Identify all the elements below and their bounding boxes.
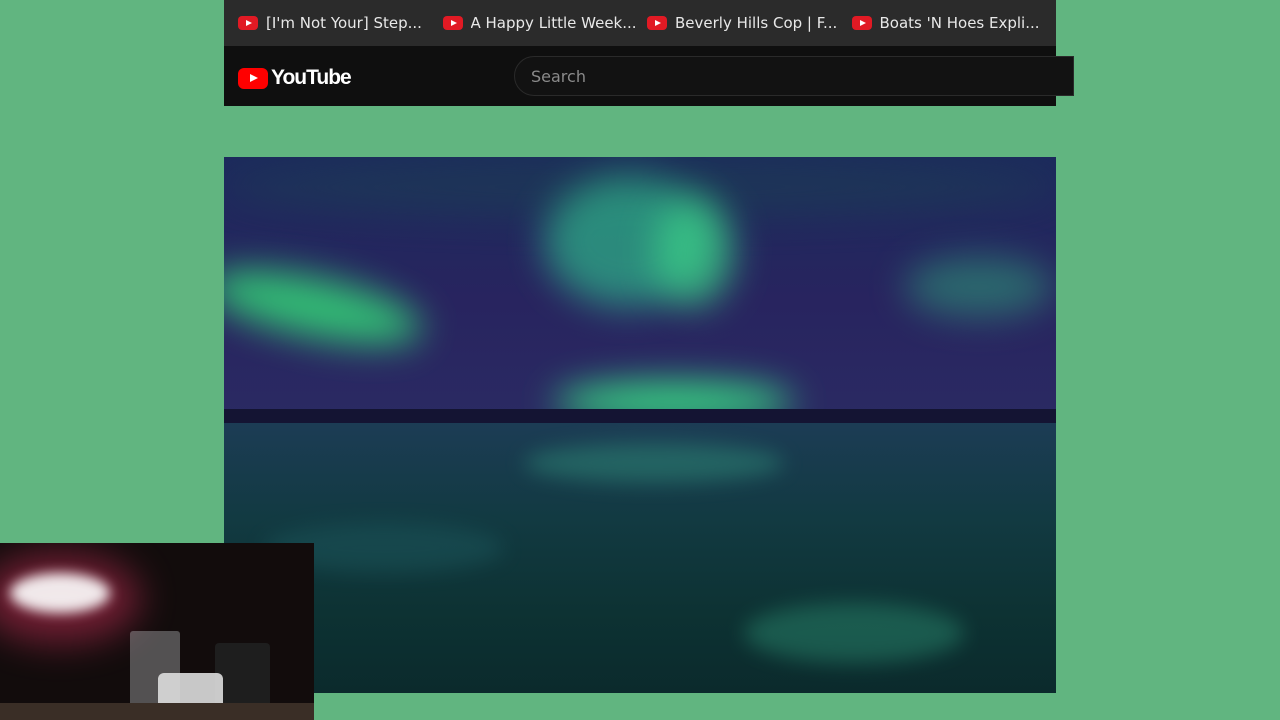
bookmark-label: Boats 'N Hoes Expli... — [879, 14, 1040, 32]
video-sea — [224, 423, 1056, 693]
bookmarks-bar: [I'm Not Your] Step... A Happy Little We… — [224, 0, 1056, 46]
youtube-masthead: YouTube — [224, 46, 1105, 106]
webcam-overlay — [0, 543, 314, 720]
bookmark-item[interactable]: A Happy Little Week... — [442, 14, 648, 32]
bookmark-label: Beverly Hills Cop | F... — [675, 14, 838, 32]
video-sky — [224, 157, 1056, 422]
lamp — [10, 573, 110, 613]
video-player[interactable] — [224, 157, 1056, 693]
youtube-icon — [238, 16, 258, 30]
youtube-icon — [442, 16, 463, 30]
youtube-play-icon — [238, 67, 268, 89]
desk — [0, 703, 314, 720]
bookmark-item[interactable]: Beverly Hills Cop | F... — [647, 14, 852, 32]
youtube-icon — [851, 16, 872, 30]
search-input[interactable] — [515, 57, 1105, 95]
logo-text: YouTube — [271, 66, 352, 89]
youtube-icon — [647, 16, 667, 30]
bookmark-item[interactable]: [I'm Not Your] Step... — [238, 14, 443, 32]
youtube-logo[interactable]: YouTube — [238, 66, 352, 90]
bookmark-label: [I'm Not Your] Step... — [266, 14, 422, 32]
bookmark-label: A Happy Little Week... — [470, 14, 637, 32]
video-horizon — [224, 409, 1056, 423]
search-box — [514, 56, 1105, 96]
bookmark-item[interactable]: Boats 'N Hoes Expli... — [851, 14, 1057, 32]
